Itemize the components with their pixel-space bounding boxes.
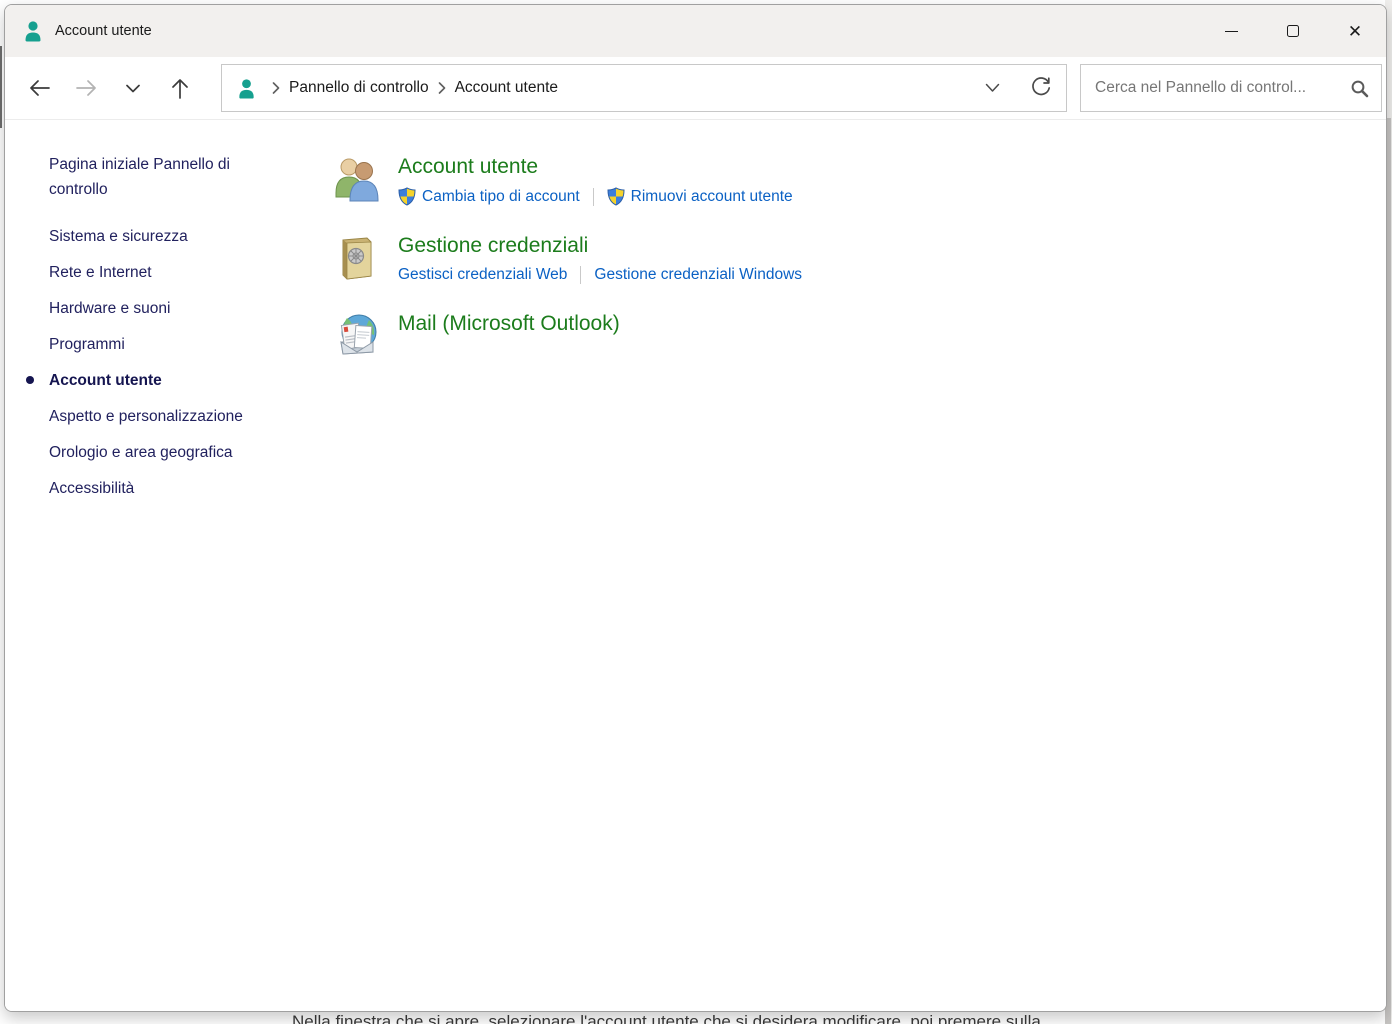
sidebar-item-label: Account utente xyxy=(49,372,162,389)
chevron-down-icon xyxy=(126,84,140,93)
active-bullet-icon xyxy=(26,376,34,384)
breadcrumb-user-accounts[interactable]: Account utente xyxy=(455,79,558,97)
section-title-credential-manager[interactable]: Gestione credenziali xyxy=(398,232,802,259)
uac-shield-icon xyxy=(607,187,625,206)
caption-buttons: ✕ xyxy=(1200,5,1386,57)
main-panel: Account utente Cambia tipo di account Ri… xyxy=(297,120,1386,1011)
maximize-icon xyxy=(1287,25,1299,37)
section-user-accounts: Account utente Cambia tipo di account Ri… xyxy=(333,153,1386,206)
back-button[interactable] xyxy=(19,68,59,108)
up-button[interactable] xyxy=(160,68,200,108)
refresh-icon[interactable] xyxy=(1030,77,1052,99)
up-arrow-icon xyxy=(172,78,188,99)
link-manage-web-credentials[interactable]: Gestisci credenziali Web xyxy=(398,266,567,284)
breadcrumb-chevron-icon[interactable] xyxy=(438,82,446,94)
sidebar-item-hardware-sound[interactable]: Hardware e suoni xyxy=(49,296,281,321)
search-box xyxy=(1080,64,1382,112)
back-arrow-icon xyxy=(29,80,50,96)
search-icon[interactable] xyxy=(1350,79,1369,98)
link-label: Gestione credenziali Windows xyxy=(594,266,802,284)
navigation-toolbar: Pannello di controllo Account utente xyxy=(5,57,1386,120)
section-title-user-accounts[interactable]: Account utente xyxy=(398,153,793,180)
credential-manager-icon xyxy=(333,234,381,282)
window-title: Account utente xyxy=(55,23,152,39)
sidebar-item-user-accounts[interactable]: Account utente xyxy=(49,368,281,393)
sidebar: Pagina iniziale Pannello di controllo Si… xyxy=(5,120,297,1011)
sidebar-item-accessibility[interactable]: Accessibilità xyxy=(49,476,281,501)
sidebar-item-clock-region[interactable]: Orologio e area geografica xyxy=(49,440,281,465)
link-remove-user-account[interactable]: Rimuovi account utente xyxy=(607,187,793,206)
address-bar[interactable]: Pannello di controllo Account utente xyxy=(221,64,1067,112)
address-dropdown-icon[interactable] xyxy=(985,83,1000,93)
section-credential-manager: Gestione credenziali Gestisci credenzial… xyxy=(333,232,1386,284)
maximize-button[interactable] xyxy=(1262,5,1324,57)
mail-outlook-icon xyxy=(333,312,381,360)
close-button[interactable]: ✕ xyxy=(1324,5,1386,57)
forward-arrow-icon xyxy=(76,80,97,96)
search-input[interactable] xyxy=(1095,79,1350,97)
breadcrumb-control-panel[interactable]: Pannello di controllo xyxy=(289,79,429,97)
breadcrumb-chevron-icon[interactable] xyxy=(272,82,280,94)
content-area: Pagina iniziale Pannello di controllo Si… xyxy=(5,120,1386,1011)
recent-locations-button[interactable] xyxy=(113,68,153,108)
section-mail: Mail (Microsoft Outlook) xyxy=(333,310,1386,360)
link-label: Rimuovi account utente xyxy=(631,188,793,206)
link-label: Gestisci credenziali Web xyxy=(398,266,567,284)
sidebar-item-system-security[interactable]: Sistema e sicurezza xyxy=(49,224,281,249)
sidebar-item-network-internet[interactable]: Rete e Internet xyxy=(49,260,281,285)
link-divider xyxy=(593,188,594,206)
sidebar-item-appearance[interactable]: Aspetto e personalizzazione xyxy=(49,404,281,429)
link-change-account-type[interactable]: Cambia tipo di account xyxy=(398,187,580,206)
minimize-button[interactable] xyxy=(1200,5,1262,57)
location-user-icon xyxy=(236,78,257,99)
link-divider xyxy=(580,266,581,284)
link-label: Cambia tipo di account xyxy=(422,188,580,206)
app-user-icon xyxy=(22,20,44,42)
control-panel-window: Account utente ✕ Pannello di controllo xyxy=(4,4,1387,1012)
section-title-mail[interactable]: Mail (Microsoft Outlook) xyxy=(398,310,620,337)
background-window-edge xyxy=(0,46,2,128)
sidebar-item-home[interactable]: Pagina iniziale Pannello di controllo xyxy=(49,152,281,202)
forward-button[interactable] xyxy=(66,68,106,108)
user-accounts-icon xyxy=(333,155,381,203)
minimize-icon xyxy=(1225,31,1238,32)
sidebar-item-programs[interactable]: Programmi xyxy=(49,332,281,357)
titlebar: Account utente ✕ xyxy=(5,5,1386,57)
link-manage-windows-credentials[interactable]: Gestione credenziali Windows xyxy=(594,266,802,284)
uac-shield-icon xyxy=(398,187,416,206)
close-icon: ✕ xyxy=(1348,23,1362,40)
background-clipped-text: Nella finestra che si apre, selezionare … xyxy=(292,1012,1372,1024)
